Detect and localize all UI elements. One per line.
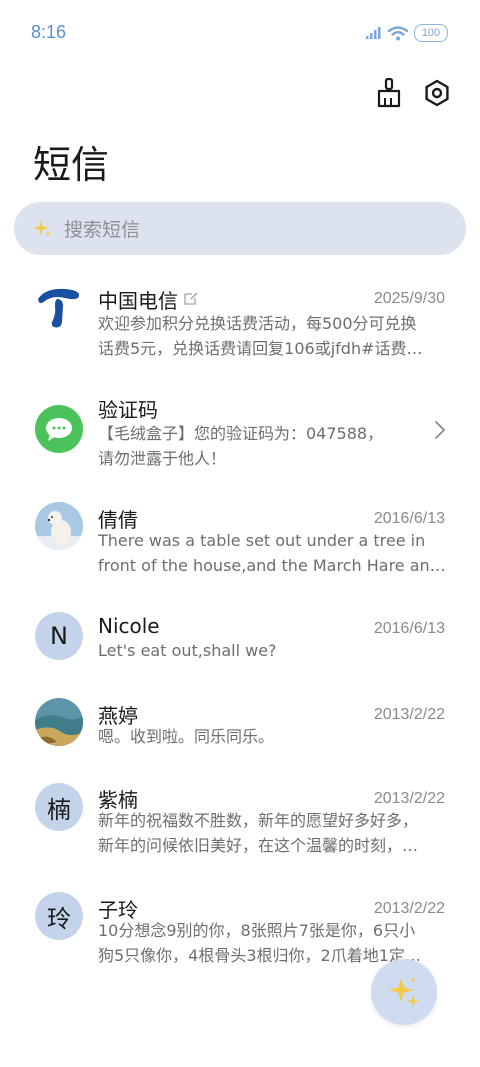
sender-name: 中国电信	[98, 289, 178, 313]
preview-line: 新年的问候依旧美好，在这个温馨的时刻，…	[98, 836, 419, 855]
conversation-item[interactable]: 倩倩 2016/6/13 There was a table set out u…	[0, 502, 480, 598]
message-preview: 【毛绒盒子】您的验证码为：047588， 请勿泄露于他人！	[98, 421, 446, 471]
status-time: 8:16	[31, 22, 67, 42]
sparkle-icon	[33, 219, 51, 237]
preview-line: There was a table set out under a tree i…	[98, 531, 426, 550]
avatar: 楠	[35, 783, 83, 831]
page-title: 短信	[33, 143, 110, 187]
battery-level: 100	[421, 27, 441, 39]
battery-indicator: 100	[414, 24, 448, 42]
sparkle-icon	[389, 977, 419, 1007]
message-date: 2013/2/22	[373, 900, 445, 917]
preview-line: 10分想念9别的你，8张照片7张是你，6只小	[98, 921, 416, 940]
preview-line: 新年的祝福数不胜数，新年的愿望好多好多，	[98, 811, 419, 830]
landscape-photo	[35, 698, 83, 746]
message-date: 2013/2/22	[373, 790, 445, 807]
clean-button[interactable]	[374, 78, 404, 108]
sender-name: 验证码	[98, 398, 158, 422]
china-telecom-logo	[35, 282, 83, 330]
avatar: N	[35, 612, 83, 660]
message-date: 2025/9/30	[373, 290, 445, 307]
message-date: 2016/6/13	[373, 510, 445, 527]
gear-icon	[425, 79, 449, 107]
conversation-item[interactable]: N Nicole 2016/6/13 Let's eat out,shall w…	[0, 612, 480, 684]
message-date: 2016/6/13	[373, 620, 445, 637]
preview-line: 嗯。收到啦。同乐同乐。	[98, 727, 275, 746]
edit-icon	[184, 292, 198, 305]
signal-icon	[366, 27, 381, 39]
avatar: 玲	[35, 892, 83, 940]
preview-line: Let's eat out,shall we?	[98, 641, 277, 660]
preview-line: 【毛绒盒子】您的验证码为：047588，	[98, 424, 384, 443]
avatar-initial: 玲	[47, 904, 71, 933]
preview-line: 请勿泄露于他人！	[98, 449, 227, 468]
conversation-item[interactable]: 楠 紫楠 2013/2/22 新年的祝福数不胜数，新年的愿望好多好多， 新年的问…	[0, 782, 480, 878]
status-icons: 100	[366, 24, 448, 42]
conversation-item[interactable]: 中国电信 2025/9/30 欢迎参加积分兑换话费活动，每500分可兑换 话费5…	[0, 282, 480, 378]
search-input[interactable]: 搜索短信	[14, 202, 466, 255]
chevron-right-icon	[435, 421, 446, 439]
search-placeholder: 搜索短信	[64, 219, 141, 241]
message-preview: 嗯。收到啦。同乐同乐。	[98, 724, 446, 749]
message-bubble-icon	[35, 405, 83, 453]
conversation-item[interactable]: 燕婷 2013/2/22 嗯。收到啦。同乐同乐。	[0, 698, 480, 770]
message-preview: 新年的祝福数不胜数，新年的愿望好多好多， 新年的问候依旧美好，在这个温馨的时刻，…	[98, 808, 446, 858]
wifi-icon	[388, 25, 408, 40]
settings-button[interactable]	[422, 78, 452, 108]
message-preview: Let's eat out,shall we?	[98, 638, 446, 663]
broom-icon	[377, 78, 401, 108]
message-preview: 欢迎参加积分兑换话费活动，每500分可兑换 话费5元，兑换话费请回复106或jf…	[98, 311, 446, 361]
avatar-initial: 楠	[47, 795, 71, 824]
preview-line: front of the house,and the March Hare an…	[98, 556, 446, 575]
status-bar: 8:16 100	[0, 0, 480, 68]
message-date: 2013/2/22	[373, 706, 445, 723]
preview-line: 话费5元，兑换话费请回复106或jfdh#话费…	[98, 339, 423, 358]
message-preview: There was a table set out under a tree i…	[98, 528, 446, 578]
polar-bear-photo	[35, 502, 83, 550]
sender-name: Nicole	[98, 614, 160, 638]
preview-line: 欢迎参加积分兑换话费活动，每500分可兑换	[98, 314, 417, 333]
conversation-item[interactable]: 验证码 【毛绒盒子】您的验证码为：047588， 请勿泄露于他人！	[0, 392, 480, 488]
avatar-initial: N	[50, 622, 68, 650]
compose-button[interactable]	[371, 959, 437, 1025]
header-actions	[374, 78, 452, 108]
